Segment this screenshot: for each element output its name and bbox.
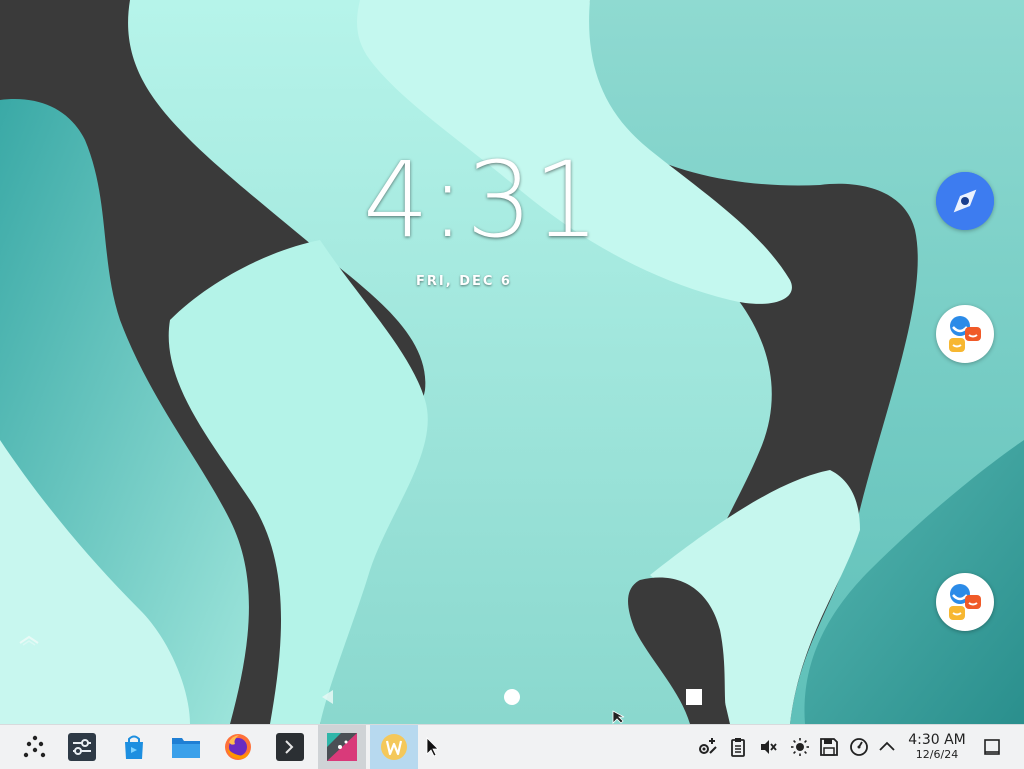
chat-bubbles-icon: [949, 584, 981, 620]
taskbar-clock[interactable]: 4:30 AM 12/6/24: [898, 732, 976, 761]
recents-icon[interactable]: [684, 687, 704, 707]
lockscreen-time: 4:31: [363, 139, 601, 261]
show-desktop-button[interactable]: [982, 737, 1002, 757]
file-manager-icon: [172, 738, 200, 758]
show-desktop-icon: [984, 739, 1000, 755]
store-bag-icon: [125, 735, 143, 759]
volume-button[interactable]: [758, 737, 778, 757]
app-launcher-icon: [23, 735, 46, 758]
firefox-icon: [225, 734, 251, 760]
waydroid-button[interactable]: [370, 725, 418, 769]
file-manager-button[interactable]: [162, 725, 210, 769]
expand-tray-button[interactable]: [877, 737, 897, 757]
performance-gauge-icon: [850, 738, 868, 756]
network-icon: [699, 738, 717, 754]
settings-button[interactable]: [58, 725, 106, 769]
android-app-button[interactable]: [318, 725, 366, 769]
settings-sliders-icon: [68, 733, 96, 761]
taskbar: 4:30 AM 12/6/24: [0, 724, 1024, 769]
network-button[interactable]: [698, 737, 718, 757]
mouse-cursor-icon: [612, 710, 625, 724]
home-icon[interactable]: [502, 687, 522, 707]
chat-bubbles-icon: [949, 316, 981, 352]
compass-navigation-icon: [936, 172, 994, 230]
waydroid-icon: [381, 734, 407, 760]
volume-muted-icon: [761, 740, 777, 754]
swipe-up-chevron-icon[interactable]: [18, 634, 40, 646]
back-icon[interactable]: [318, 687, 338, 707]
mouse-cursor-icon: [426, 737, 439, 757]
compass-app-bubble[interactable]: [936, 172, 994, 230]
clipboard-button[interactable]: [728, 737, 748, 757]
terminal-button[interactable]: [266, 725, 314, 769]
taskbar-date: 12/6/24: [915, 748, 959, 761]
chat-app-bubble-2[interactable]: [936, 573, 994, 631]
store-button[interactable]: [110, 725, 158, 769]
firefox-button[interactable]: [214, 725, 262, 769]
brightness-button[interactable]: [790, 737, 810, 757]
app-launcher-button[interactable]: [10, 725, 58, 769]
lockscreen-date: FRI, DEC 6: [416, 274, 512, 289]
clipboard-icon: [731, 738, 745, 757]
terminal-icon: [276, 733, 304, 761]
chat-app-bubble-1[interactable]: [936, 305, 994, 363]
disks-button[interactable]: [819, 737, 839, 757]
wallpaper: [0, 0, 1024, 724]
taskbar-time: 4:30 AM: [908, 732, 966, 748]
expand-tray-icon: [879, 741, 895, 751]
brightness-icon: [791, 738, 809, 756]
disks-icon: [820, 738, 838, 756]
performance-button[interactable]: [849, 737, 869, 757]
android-app-icon: [327, 733, 357, 761]
